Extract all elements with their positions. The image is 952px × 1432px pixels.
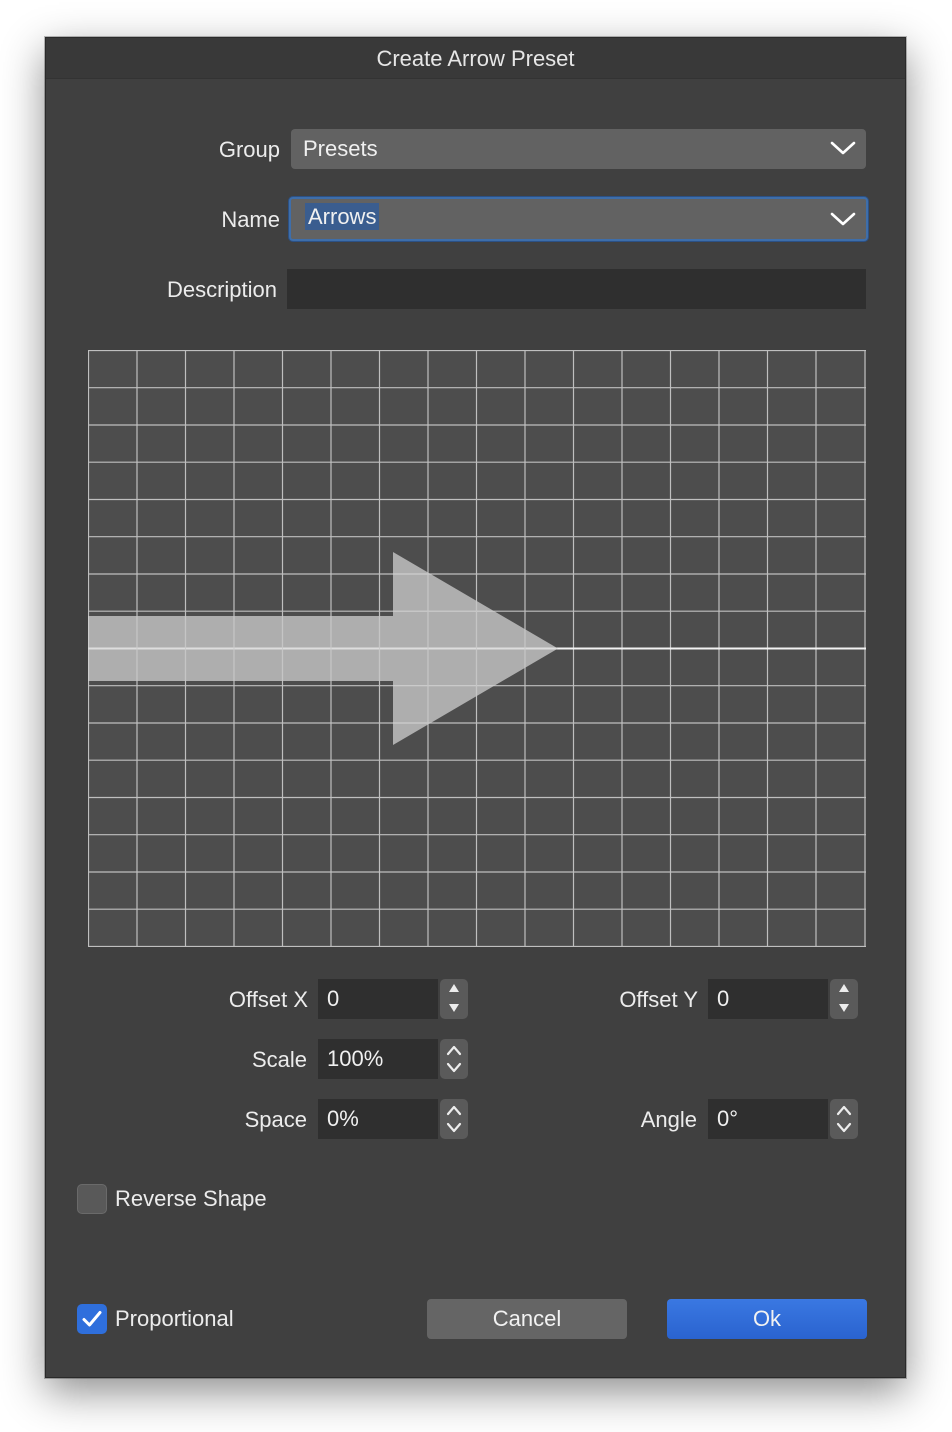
arrow-preview-svg — [87, 349, 866, 948]
stepper-arrows-icon — [839, 984, 849, 1012]
description-field[interactable] — [287, 269, 866, 309]
chevron-down-icon — [830, 212, 856, 226]
name-label: Name — [221, 207, 280, 232]
stepper-arrows-icon — [446, 1105, 462, 1133]
angle-field[interactable]: 0° — [708, 1099, 828, 1139]
offset-x-stepper[interactable] — [440, 979, 468, 1019]
reverse-shape-checkbox[interactable] — [77, 1184, 107, 1214]
proportional-checkbox[interactable] — [77, 1304, 107, 1334]
ok-button[interactable]: Ok — [667, 1299, 867, 1339]
dialog-title: Create Arrow Preset — [46, 38, 905, 79]
stepper-arrows-icon — [449, 984, 459, 1012]
group-dropdown-value: Presets — [303, 136, 378, 161]
scale-label: Scale — [251, 1047, 307, 1072]
group-label: Group — [218, 137, 280, 162]
description-label: Description — [166, 277, 277, 302]
name-combobox[interactable]: Arrows — [289, 197, 868, 241]
cancel-button[interactable]: Cancel — [427, 1299, 627, 1339]
stepper-arrows-icon — [446, 1045, 462, 1073]
stepper-arrows-icon — [836, 1105, 852, 1133]
offset-y-field[interactable]: 0 — [708, 979, 828, 1019]
scale-field[interactable]: 100% — [318, 1039, 438, 1079]
offset-x-field[interactable]: 0 — [318, 979, 438, 1019]
offset-x-label: Offset X — [228, 987, 308, 1012]
arrow-preview-canvas[interactable] — [87, 349, 866, 948]
proportional-label[interactable]: Proportional — [115, 1299, 234, 1339]
offset-y-label: Offset Y — [619, 987, 698, 1012]
angle-label: Angle — [640, 1107, 697, 1132]
offset-y-stepper[interactable] — [830, 979, 858, 1019]
chevron-down-icon — [830, 141, 856, 155]
scale-stepper[interactable] — [440, 1039, 468, 1079]
checkmark-icon — [82, 1311, 102, 1327]
space-stepper[interactable] — [440, 1099, 468, 1139]
space-label: Space — [244, 1107, 307, 1132]
group-dropdown[interactable]: Presets — [291, 129, 866, 169]
name-combobox-value[interactable]: Arrows — [305, 203, 380, 230]
create-arrow-preset-dialog: Create Arrow Preset Group Presets Name A… — [45, 37, 906, 1378]
reverse-shape-label[interactable]: Reverse Shape — [115, 1179, 267, 1219]
angle-stepper[interactable] — [830, 1099, 858, 1139]
space-field[interactable]: 0% — [318, 1099, 438, 1139]
